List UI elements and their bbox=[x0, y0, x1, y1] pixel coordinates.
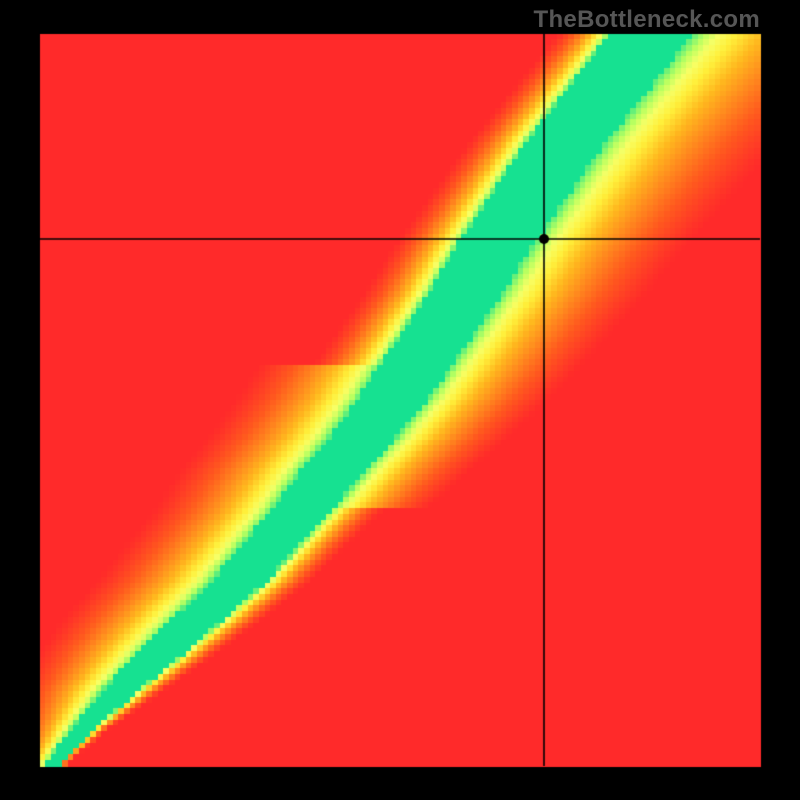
bottleneck-heatmap bbox=[0, 0, 800, 800]
watermark: TheBottleneck.com bbox=[534, 6, 760, 34]
chart-frame: TheBottleneck.com bbox=[0, 0, 800, 800]
